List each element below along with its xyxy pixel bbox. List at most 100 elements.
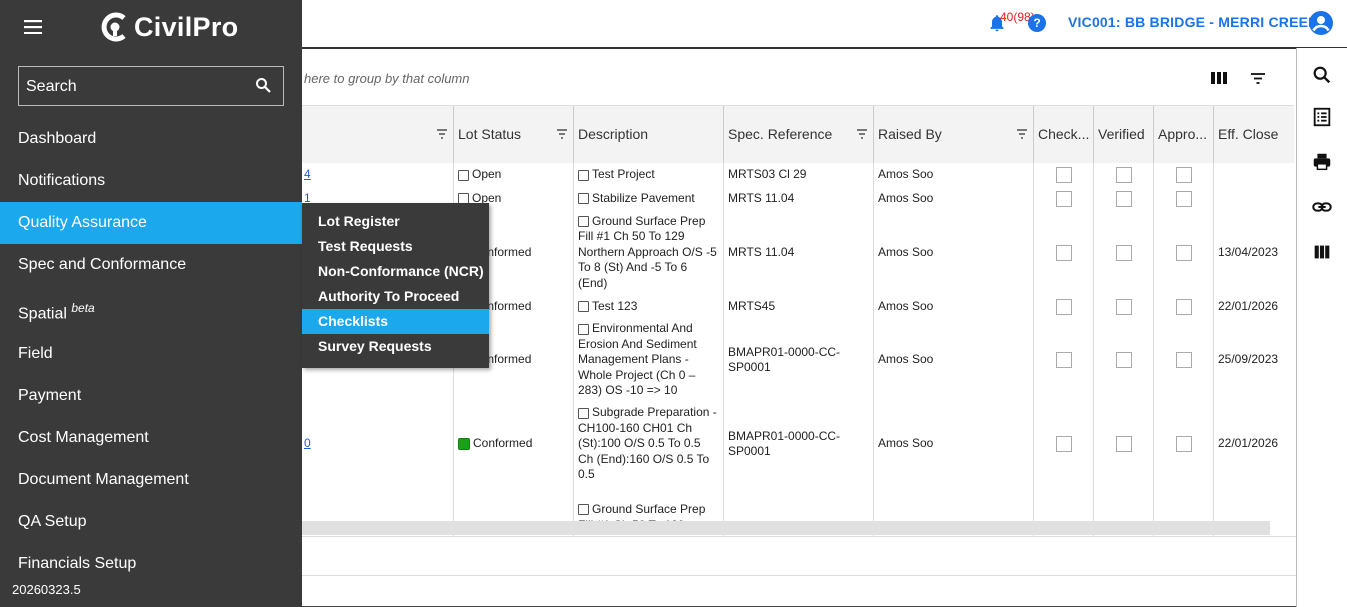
cell-approved bbox=[1153, 318, 1213, 402]
cell-verified bbox=[1093, 187, 1153, 210]
sidebar-item-spatial[interactable]: Spatial beta bbox=[0, 287, 302, 329]
sidebar-search-input[interactable]: Search bbox=[18, 66, 284, 106]
description-checkbox[interactable] bbox=[578, 407, 589, 419]
verified-checkbox[interactable] bbox=[1115, 436, 1132, 452]
sidebar-item-label: Document Management bbox=[18, 471, 189, 488]
lot-link[interactable]: 0 bbox=[304, 436, 311, 452]
cell-lot-status: Conformed bbox=[453, 402, 573, 486]
approved-checkbox[interactable] bbox=[1175, 167, 1192, 183]
eff-close-text: 22/01/2026 bbox=[1218, 298, 1279, 313]
print-icon[interactable] bbox=[1311, 151, 1333, 173]
column-chooser-icon[interactable] bbox=[1210, 70, 1228, 86]
filter-icon[interactable] bbox=[1249, 70, 1267, 86]
sidebar-item-document-management[interactable]: Document Management bbox=[0, 459, 302, 501]
header-eff-close[interactable]: Eff. Close bbox=[1213, 106, 1294, 163]
cell-checked bbox=[1033, 163, 1093, 187]
cell-lot-number: 0 bbox=[300, 402, 453, 486]
description-checkbox[interactable] bbox=[578, 216, 589, 228]
sidebar-item-financials-setup[interactable]: Financials Setup bbox=[0, 543, 302, 585]
description-checkbox[interactable] bbox=[578, 169, 589, 181]
verified-checkbox[interactable] bbox=[1115, 167, 1132, 183]
hamburger-icon[interactable] bbox=[24, 20, 42, 34]
approved-checkbox[interactable] bbox=[1175, 244, 1192, 261]
sidebar-item-label: QA Setup bbox=[18, 513, 87, 530]
verified-checkbox[interactable] bbox=[1115, 244, 1132, 261]
submenu-item-test-requests[interactable]: Test Requests bbox=[302, 234, 489, 259]
submenu-item-authority-to-proceed[interactable]: Authority To Proceed bbox=[302, 284, 489, 309]
verified-checkbox[interactable] bbox=[1115, 298, 1132, 315]
search-icon[interactable] bbox=[255, 77, 271, 93]
submenu-item-lot-register[interactable]: Lot Register bbox=[302, 209, 489, 234]
sidebar-item-spec-and-conformance[interactable]: Spec and Conformance bbox=[0, 244, 302, 286]
filter-icon[interactable] bbox=[436, 129, 448, 139]
cell-verified bbox=[1093, 318, 1153, 402]
group-by-hint[interactable]: here to group by that column bbox=[304, 71, 470, 86]
header-checked[interactable]: Check... bbox=[1033, 106, 1093, 163]
header-lot-number[interactable] bbox=[300, 106, 453, 163]
header-approved[interactable]: Appro... bbox=[1153, 106, 1213, 163]
status-text: Conformed bbox=[473, 436, 533, 451]
raised-by-text: Amos Soo bbox=[878, 190, 934, 205]
filter-icon[interactable] bbox=[856, 129, 868, 139]
header-lot-status[interactable]: Lot Status bbox=[453, 106, 573, 163]
header-spec-reference[interactable]: Spec. Reference bbox=[723, 106, 873, 163]
submenu-item-survey-requests[interactable]: Survey Requests bbox=[302, 334, 489, 359]
description-text: Stabilize Pavement bbox=[592, 190, 695, 205]
table-row[interactable]: 4 Open Test Project MRTS03 Cl 29 Amos Soo bbox=[300, 163, 1294, 188]
approved-checkbox[interactable] bbox=[1175, 352, 1192, 368]
verified-checkbox[interactable] bbox=[1115, 352, 1132, 368]
columns-icon[interactable] bbox=[1311, 241, 1333, 263]
description-text: Subgrade Preparation - CH100-160 CH01 Ch… bbox=[578, 405, 717, 482]
checked-checkbox[interactable] bbox=[1055, 298, 1072, 315]
approved-checkbox[interactable] bbox=[1175, 190, 1192, 207]
header-verified[interactable]: Verified bbox=[1093, 106, 1153, 163]
cell-eff-close: 22/01/2026 bbox=[1213, 295, 1294, 318]
sidebar-item-label: Quality Assurance bbox=[18, 214, 147, 231]
checked-checkbox[interactable] bbox=[1055, 190, 1072, 207]
spec-text: MRTS03 Cl 29 bbox=[728, 167, 807, 182]
sidebar-item-field[interactable]: Field bbox=[0, 333, 302, 375]
lot-link[interactable]: 4 bbox=[304, 167, 311, 183]
civilpro-logo-icon[interactable] bbox=[98, 10, 132, 44]
description-checkbox[interactable] bbox=[578, 301, 589, 313]
cell-description: Ground Surface Prep Fill #1 Ch 50 To 129… bbox=[573, 210, 723, 295]
submenu-item-non-conformance-ncr[interactable]: Non-Conformance (NCR) bbox=[302, 259, 489, 284]
description-content: Test Project bbox=[578, 167, 655, 183]
filter-icon[interactable] bbox=[1016, 129, 1028, 139]
project-selector[interactable]: VIC001: BB BRIDGE - MERRI CREEK bbox=[1068, 14, 1318, 30]
sidebar-item-notifications[interactable]: Notifications bbox=[0, 160, 302, 202]
approved-checkbox[interactable] bbox=[1175, 436, 1192, 452]
description-checkbox[interactable] bbox=[578, 504, 589, 516]
user-avatar-icon[interactable] bbox=[1309, 11, 1333, 35]
cell-verified bbox=[1093, 295, 1153, 318]
checked-checkbox[interactable] bbox=[1055, 436, 1072, 452]
list-icon[interactable] bbox=[1311, 106, 1333, 128]
sidebar-item-quality-assurance[interactable]: Quality Assurance bbox=[0, 202, 302, 244]
filter-icon[interactable] bbox=[556, 129, 568, 139]
sidebar-item-dashboard[interactable]: Dashboard bbox=[0, 118, 302, 160]
horizontal-scrollbar[interactable] bbox=[300, 521, 1270, 535]
header-raised-by[interactable]: Raised By bbox=[873, 106, 1033, 163]
cell-eff-close bbox=[1213, 163, 1294, 187]
search-icon[interactable] bbox=[1311, 64, 1333, 86]
eff-close-text: 25/09/2023 bbox=[1218, 352, 1279, 367]
status-text: Open bbox=[472, 167, 502, 182]
table-row[interactable]: 0 Conformed Subgrade Preparation - CH100-1… bbox=[300, 402, 1294, 487]
cell-spec-reference: MRTS03 Cl 29 bbox=[723, 163, 873, 187]
verified-checkbox[interactable] bbox=[1115, 190, 1132, 207]
cell-raised-by: Amos Soo bbox=[873, 210, 1033, 295]
checked-checkbox[interactable] bbox=[1055, 167, 1072, 183]
submenu-item-checklists[interactable]: Checklists bbox=[302, 309, 489, 334]
header-description[interactable]: Description bbox=[573, 106, 723, 163]
approved-checkbox[interactable] bbox=[1175, 298, 1192, 315]
sidebar-item-cost-management[interactable]: Cost Management bbox=[0, 417, 302, 459]
sidebar-item-payment[interactable]: Payment bbox=[0, 375, 302, 417]
sidebar-item-qa-setup[interactable]: QA Setup bbox=[0, 501, 302, 543]
cell-verified bbox=[1093, 210, 1153, 295]
description-checkbox[interactable] bbox=[578, 323, 589, 335]
checked-checkbox[interactable] bbox=[1055, 352, 1072, 368]
help-icon[interactable]: ? bbox=[1028, 14, 1046, 32]
description-checkbox[interactable] bbox=[578, 193, 589, 205]
link-icon[interactable] bbox=[1311, 196, 1333, 218]
checked-checkbox[interactable] bbox=[1055, 244, 1072, 261]
